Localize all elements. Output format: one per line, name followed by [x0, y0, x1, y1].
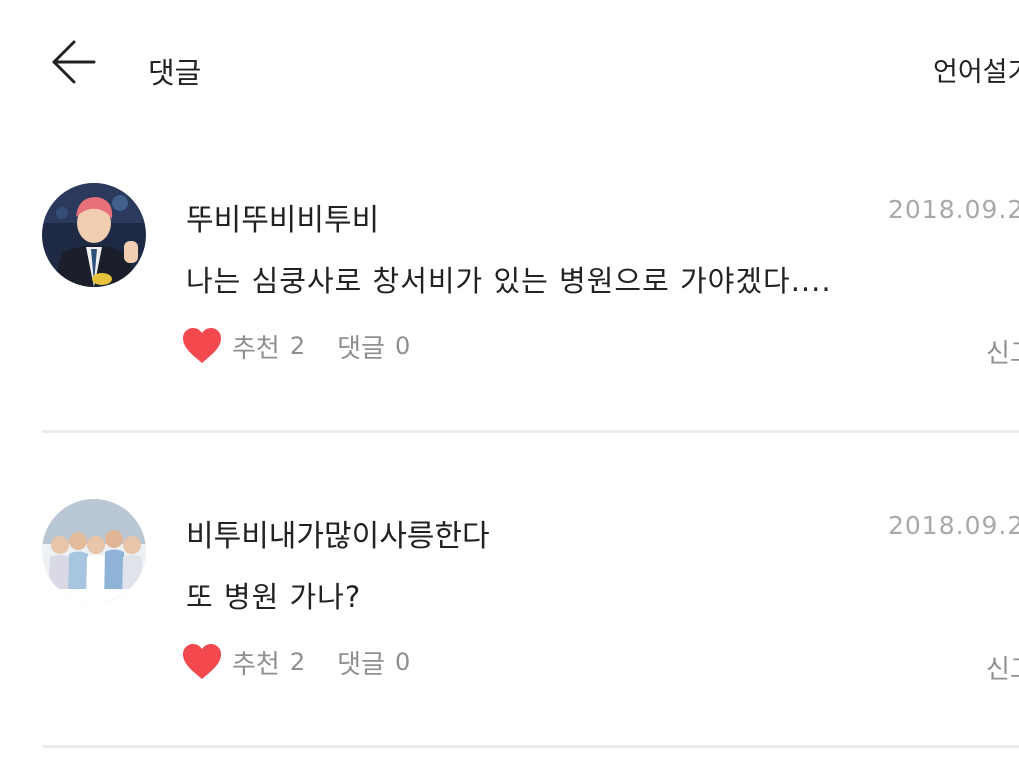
comment-item: 비투비내가많이사릉한다 2018.09.2 또 병원 가나? 추천 2 댓글 0… — [0, 466, 1019, 764]
divider — [42, 430, 1019, 433]
reply-count: 0 — [394, 332, 411, 360]
comment-text: 나는 심쿵사로 창서비가 있는 병원으로 가야겠다.... — [186, 264, 832, 298]
header-bar: 댓글 언어설기 — [0, 0, 1019, 130]
report-button[interactable]: 신고 — [986, 649, 1019, 686]
like-count: 2 — [289, 648, 306, 676]
comment-actions: 추천 2 댓글 0 — [182, 326, 410, 366]
avatar[interactable] — [42, 499, 146, 603]
reply-count: 0 — [394, 648, 411, 676]
heart-icon — [183, 644, 221, 679]
reply-button[interactable]: 댓글 0 — [327, 644, 410, 681]
back-arrow-icon — [52, 40, 96, 84]
report-button[interactable]: 신고 — [986, 333, 1019, 370]
comment-text: 또 병원 가나? — [186, 580, 362, 614]
reply-label: 댓글 — [337, 333, 385, 364]
avatar[interactable] — [42, 183, 146, 287]
comments-screen: 댓글 언어설기 뚜비뚜비비투비 2018.09.2 나는 심쿵사로 창서비가 있… — [0, 0, 1019, 764]
comment-username[interactable]: 비투비내가많이사릉한다 — [186, 511, 490, 555]
comment-item: 뚜비뚜비비투비 2018.09.2 나는 심쿵사로 창서비가 있는 병원으로 가… — [0, 150, 1019, 450]
comment-username[interactable]: 뚜비뚜비비투비 — [186, 195, 379, 239]
divider — [42, 745, 1019, 748]
reply-button[interactable]: 댓글 0 — [327, 328, 410, 365]
language-settings-button[interactable]: 언어설기 — [933, 50, 1019, 89]
like-button[interactable]: 추천 2 — [182, 327, 305, 365]
comment-date: 2018.09.2 — [888, 511, 1019, 540]
comment-actions: 추천 2 댓글 0 — [182, 642, 410, 682]
like-label: 추천 — [232, 333, 280, 364]
heart-icon — [183, 328, 221, 363]
like-count: 2 — [289, 332, 306, 360]
comment-date: 2018.09.2 — [888, 195, 1019, 224]
page-title: 댓글 — [148, 56, 202, 90]
like-button[interactable]: 추천 2 — [182, 643, 305, 681]
like-label: 추천 — [232, 649, 280, 680]
back-button[interactable] — [48, 38, 100, 86]
avatar-image — [42, 499, 146, 603]
reply-label: 댓글 — [337, 649, 385, 680]
avatar-image — [42, 183, 146, 287]
